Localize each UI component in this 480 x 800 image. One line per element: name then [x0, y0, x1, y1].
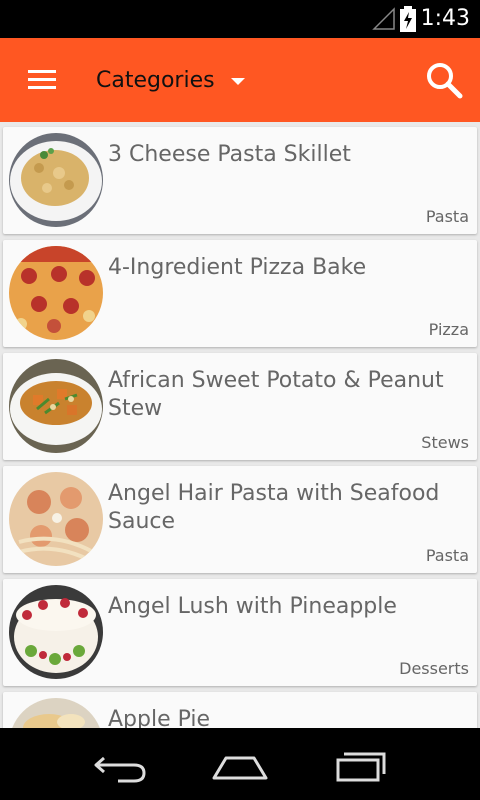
- back-icon[interactable]: [90, 748, 150, 784]
- recipe-thumbnail: [9, 585, 103, 679]
- recipe-category: Stews: [421, 433, 469, 452]
- recipe-title: African Sweet Potato & Peanut Stew: [108, 368, 444, 421]
- clock: 1:43: [420, 6, 470, 31]
- recipe-card[interactable]: African Sweet Potato & Peanut Stew Stews: [3, 353, 477, 460]
- recipe-category: Desserts: [399, 659, 469, 678]
- recipe-category: Pizza: [428, 320, 469, 339]
- recipe-card[interactable]: 4-Ingredient Pizza Bake Pizza: [3, 240, 477, 347]
- menu-icon[interactable]: [28, 70, 56, 90]
- recent-apps-icon[interactable]: [330, 748, 390, 784]
- recipe-thumbnail: [9, 472, 103, 566]
- status-bar: 1:43: [0, 0, 480, 38]
- recipe-category: Pasta: [425, 546, 469, 565]
- recipe-title: 4-Ingredient Pizza Bake: [108, 255, 367, 280]
- category-dropdown-label: Categories: [96, 67, 215, 93]
- recipe-card[interactable]: Angel Lush with Pineapple Desserts: [3, 579, 477, 686]
- recipe-card[interactable]: Angel Hair Pasta with Seafood Sauce Past…: [3, 466, 477, 573]
- recipe-thumbnail: [9, 698, 103, 728]
- search-icon[interactable]: [424, 60, 464, 100]
- recipe-title: 3 Cheese Pasta Skillet: [108, 142, 351, 167]
- app-bar: Categories: [0, 38, 480, 122]
- recipe-card[interactable]: 3 Cheese Pasta Skillet Pasta: [3, 127, 477, 234]
- category-dropdown[interactable]: Categories: [96, 64, 245, 96]
- recipe-title: Apple Pie: [108, 707, 211, 728]
- recipe-title: Angel Lush with Pineapple: [108, 594, 397, 619]
- recipe-thumbnail: [9, 359, 103, 453]
- recipe-list[interactable]: 3 Cheese Pasta Skillet Pasta 4-Ingredien…: [0, 122, 480, 728]
- battery-charging-icon: [400, 6, 416, 32]
- recipe-thumbnail: [9, 133, 103, 227]
- recipe-title: Angel Hair Pasta with Seafood Sauce: [108, 481, 440, 534]
- navigation-bar: [0, 728, 480, 800]
- home-icon[interactable]: [210, 748, 270, 784]
- recipe-thumbnail: [9, 246, 103, 340]
- signal-icon: [372, 7, 395, 30]
- recipe-card[interactable]: Apple Pie: [3, 692, 477, 728]
- recipe-category: Pasta: [425, 207, 469, 226]
- dropdown-caret-icon: [230, 77, 245, 85]
